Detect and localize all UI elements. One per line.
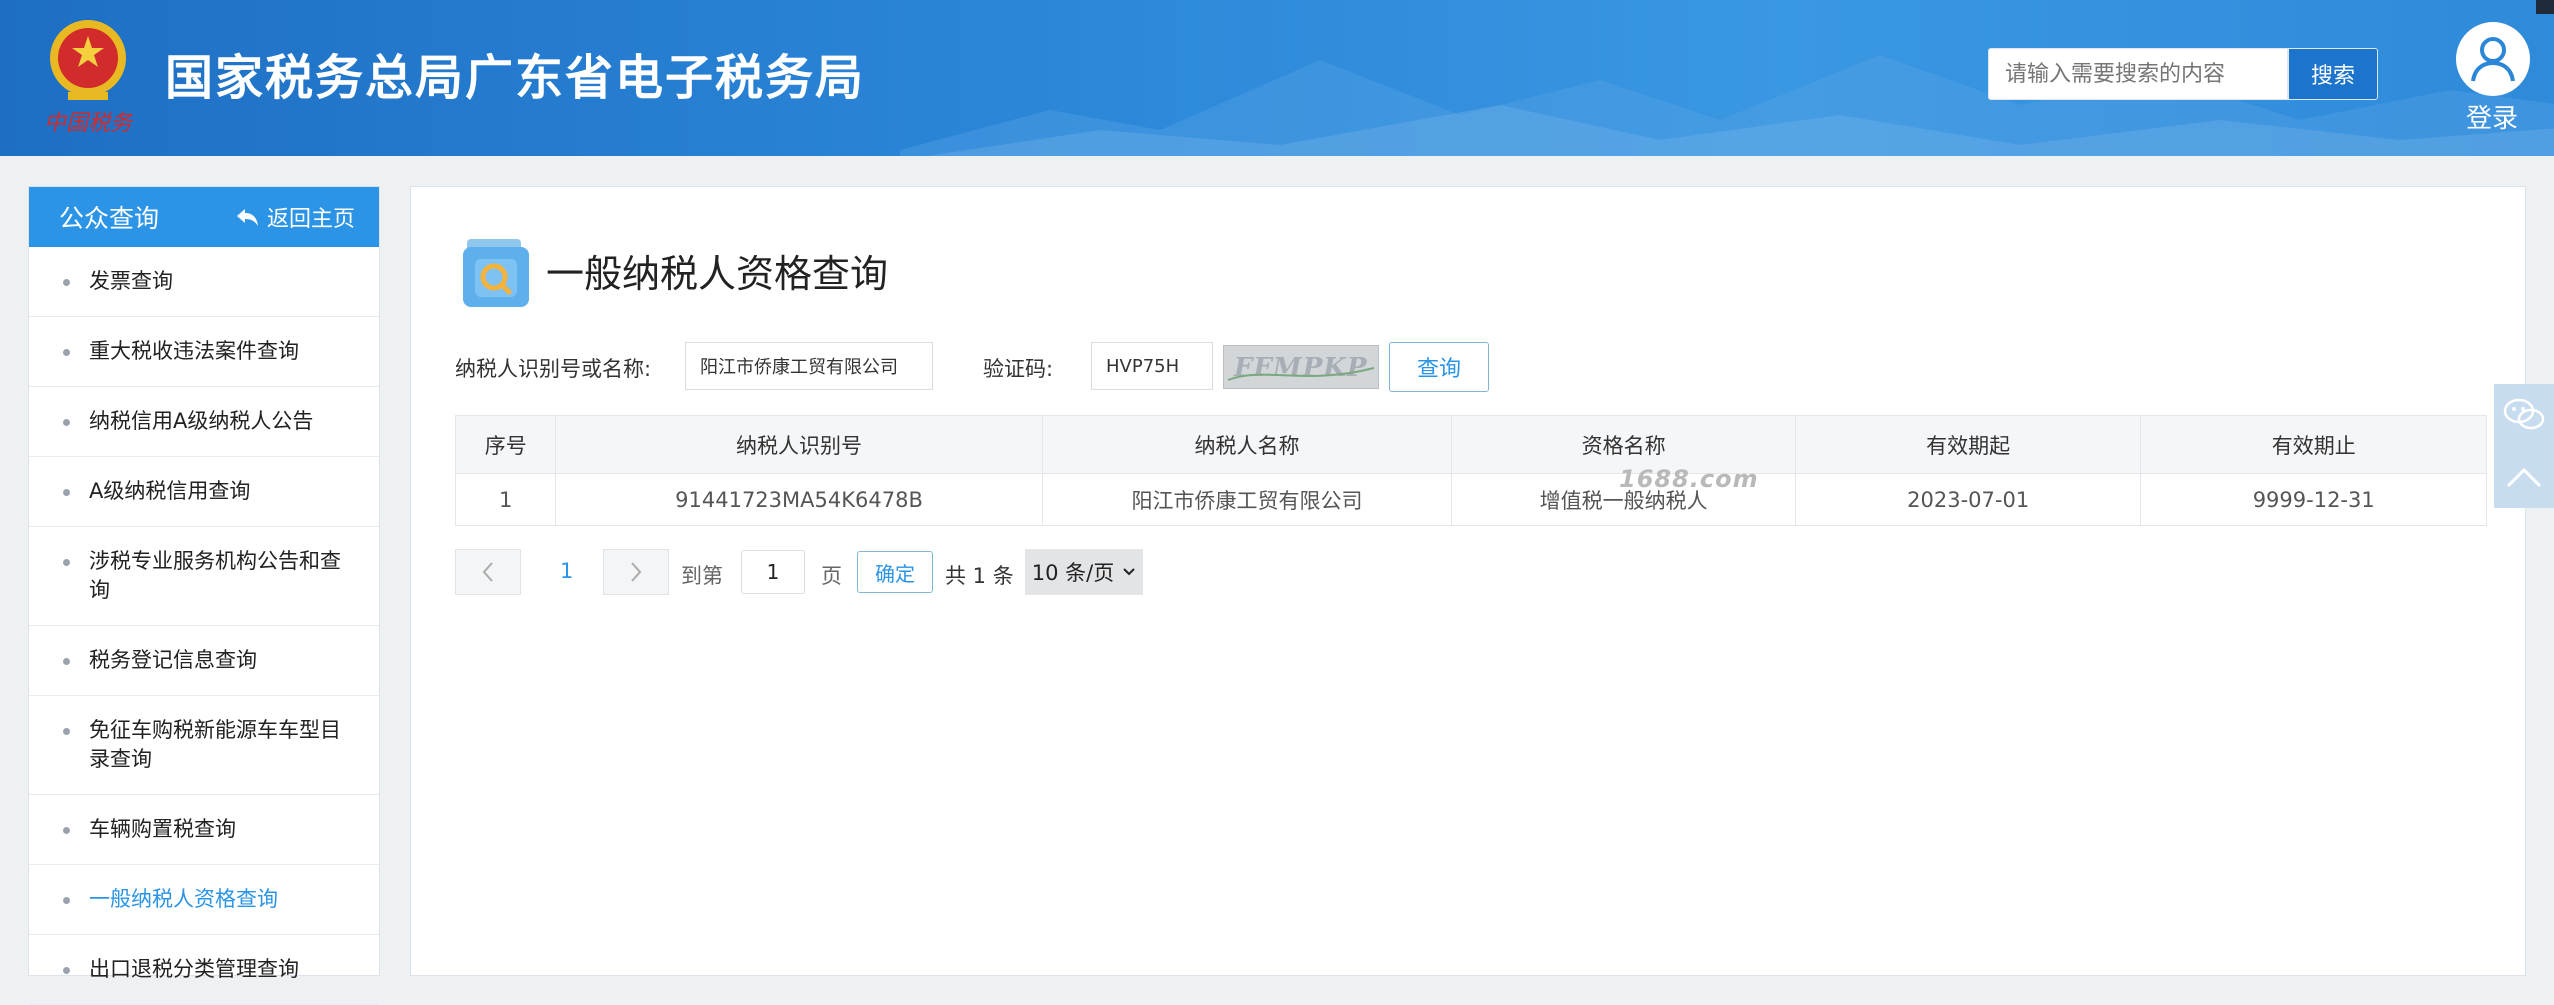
current-page-number[interactable]: 1 bbox=[560, 559, 573, 583]
sidebar-item-label: 涉税专业服务机构公告和查询 bbox=[89, 549, 341, 602]
bullet-icon bbox=[63, 967, 70, 974]
bullet-icon bbox=[63, 489, 70, 496]
bullet-icon bbox=[63, 279, 70, 286]
reply-arrow-icon bbox=[236, 209, 258, 226]
svg-text:中国税务: 中国税务 bbox=[44, 111, 134, 136]
sidebar-item-label: A级纳税信用查询 bbox=[89, 479, 251, 503]
page-unit-label: 页 bbox=[821, 564, 842, 588]
total-count: 共 1 条 bbox=[945, 564, 1014, 588]
chevron-up-icon bbox=[2506, 467, 2542, 488]
wechat-float-button[interactable] bbox=[2494, 384, 2554, 446]
search-input[interactable] bbox=[1989, 49, 2287, 99]
column-header: 纳税人识别号 bbox=[555, 415, 1043, 474]
goto-confirm-button[interactable]: 确定 bbox=[857, 551, 933, 593]
table-cell: 2023-07-01 bbox=[1794, 473, 2142, 526]
chevron-down-icon bbox=[1123, 568, 1135, 576]
back-to-top-button[interactable] bbox=[2494, 446, 2554, 508]
sidebar-item-tax-service-agency[interactable]: 涉税专业服务机构公告和查询 bbox=[29, 527, 379, 626]
sidebar-header: 公众查询 返回主页 bbox=[29, 187, 379, 247]
sidebar-item-invoice-query[interactable]: 发票查询 bbox=[29, 247, 379, 317]
search-document-icon bbox=[463, 239, 529, 307]
chevron-left-icon bbox=[482, 562, 493, 582]
column-header: 序号 bbox=[454, 415, 557, 474]
bullet-icon bbox=[63, 419, 70, 426]
prev-page-button[interactable] bbox=[455, 549, 521, 595]
login-link[interactable]: 登录 bbox=[2466, 98, 2518, 135]
search-input-wrapper bbox=[1988, 48, 2288, 100]
column-header: 纳税人名称 bbox=[1041, 415, 1453, 474]
column-header: 有效期止 bbox=[2140, 415, 2487, 474]
sidebar-item-tax-registration-query[interactable]: 税务登记信息查询 bbox=[29, 626, 379, 696]
national-emblem-icon: 中国税务 bbox=[44, 20, 134, 136]
table-cell: 9999-12-31 bbox=[2140, 473, 2487, 526]
sidebar-item-label: 税务登记信息查询 bbox=[89, 648, 257, 672]
captcha-image[interactable]: FFMPKP bbox=[1223, 345, 1379, 389]
goto-label: 到第 bbox=[681, 564, 723, 588]
sidebar-item-label: 纳税信用A级纳税人公告 bbox=[89, 409, 314, 433]
window-corner-indicator bbox=[2536, 0, 2554, 14]
page-size-value: 10 条/页 bbox=[1031, 561, 1115, 585]
bullet-icon bbox=[63, 728, 70, 735]
sidebar-item-label: 出口退税分类管理查询 bbox=[89, 957, 299, 981]
bullet-icon bbox=[63, 559, 70, 566]
taxpayer-label: 纳税人识别号或名称: bbox=[455, 357, 652, 381]
wechat-icon bbox=[2503, 398, 2545, 430]
table-header-row: 序号 纳税人识别号 纳税人名称 资格名称 有效期起 有效期止 bbox=[454, 415, 2487, 474]
sidebar-title: 公众查询 bbox=[59, 204, 160, 233]
sidebar-item-new-energy-vehicle-catalog[interactable]: 免征车购税新能源车车型目录查询 bbox=[29, 696, 379, 795]
back-home-label: 返回主页 bbox=[266, 207, 355, 232]
page-size-select[interactable]: 10 条/页 bbox=[1025, 549, 1143, 595]
results-table: 序号 纳税人识别号 纳税人名称 资格名称 有效期起 有效期止 1 9144172… bbox=[454, 415, 2487, 526]
bullet-icon bbox=[63, 349, 70, 356]
sidebar-item-a-grade-announcement[interactable]: 纳税信用A级纳税人公告 bbox=[29, 387, 379, 457]
user-icon bbox=[2471, 37, 2515, 82]
goto-page-input[interactable]: 1 bbox=[741, 550, 805, 594]
sidebar-item-label: 车辆购置税查询 bbox=[89, 817, 236, 841]
sidebar-item-label: 免征车购税新能源车车型目录查询 bbox=[89, 718, 341, 771]
table-cell: 阳江市侨康工贸有限公司 bbox=[1041, 473, 1453, 526]
sidebar-item-label: 重大税收违法案件查询 bbox=[89, 339, 299, 363]
main-panel: 一般纳税人资格查询 纳税人识别号或名称: 阳江市侨康工贸有限公司 验证码: HV… bbox=[410, 186, 2526, 976]
sidebar: 公众查询 返回主页 发票查询 重大税收违法案件查询 纳税信用A级纳税人公告 A级… bbox=[28, 186, 380, 1005]
site-header: 中国税务 国家税务总局广东省电子税务局 搜索 登录 bbox=[0, 0, 2554, 156]
sidebar-item-export-rebate-query[interactable]: 出口退税分类管理查询 bbox=[29, 935, 379, 1005]
table-row: 1 91441723MA54K6478B 阳江市侨康工贸有限公司 增值税一般纳税… bbox=[454, 473, 2487, 526]
bullet-icon bbox=[63, 658, 70, 665]
table-cell: 1 bbox=[454, 473, 557, 526]
captcha-label: 验证码: bbox=[983, 357, 1054, 381]
next-page-button[interactable] bbox=[603, 549, 669, 595]
bullet-icon bbox=[63, 897, 70, 904]
search-button[interactable]: 搜索 bbox=[2288, 48, 2378, 100]
back-home-link[interactable]: 返回主页 bbox=[235, 201, 355, 233]
chevron-right-icon bbox=[631, 562, 642, 582]
sidebar-item-major-violation-query[interactable]: 重大税收违法案件查询 bbox=[29, 317, 379, 387]
bullet-icon bbox=[63, 827, 70, 834]
sidebar-item-vehicle-purchase-tax[interactable]: 车辆购置税查询 bbox=[29, 795, 379, 865]
query-button[interactable]: 查询 bbox=[1389, 342, 1489, 392]
user-avatar-icon[interactable] bbox=[2456, 22, 2530, 96]
column-header: 有效期起 bbox=[1794, 415, 2142, 474]
page-title: 一般纳税人资格查询 bbox=[546, 252, 889, 296]
sidebar-item-label: 发票查询 bbox=[89, 269, 173, 293]
captcha-noise: FFMPKP bbox=[1227, 353, 1375, 383]
watermark: 1688.com bbox=[1619, 465, 1759, 493]
taxpayer-input[interactable]: 阳江市侨康工贸有限公司 bbox=[685, 342, 933, 390]
captcha-input[interactable]: HVP75H bbox=[1091, 342, 1213, 390]
table-cell: 91441723MA54K6478B bbox=[555, 473, 1043, 526]
sidebar-item-label: 一般纳税人资格查询 bbox=[89, 887, 278, 911]
sidebar-menu: 发票查询 重大税收违法案件查询 纳税信用A级纳税人公告 A级纳税信用查询 涉税专… bbox=[29, 247, 379, 1005]
sidebar-item-general-taxpayer-query[interactable]: 一般纳税人资格查询 bbox=[29, 865, 379, 935]
captcha-text: FFMPKP bbox=[1233, 353, 1368, 383]
site-title: 国家税务总局广东省电子税务局 bbox=[165, 50, 866, 106]
sidebar-item-a-grade-credit-query[interactable]: A级纳税信用查询 bbox=[29, 457, 379, 527]
